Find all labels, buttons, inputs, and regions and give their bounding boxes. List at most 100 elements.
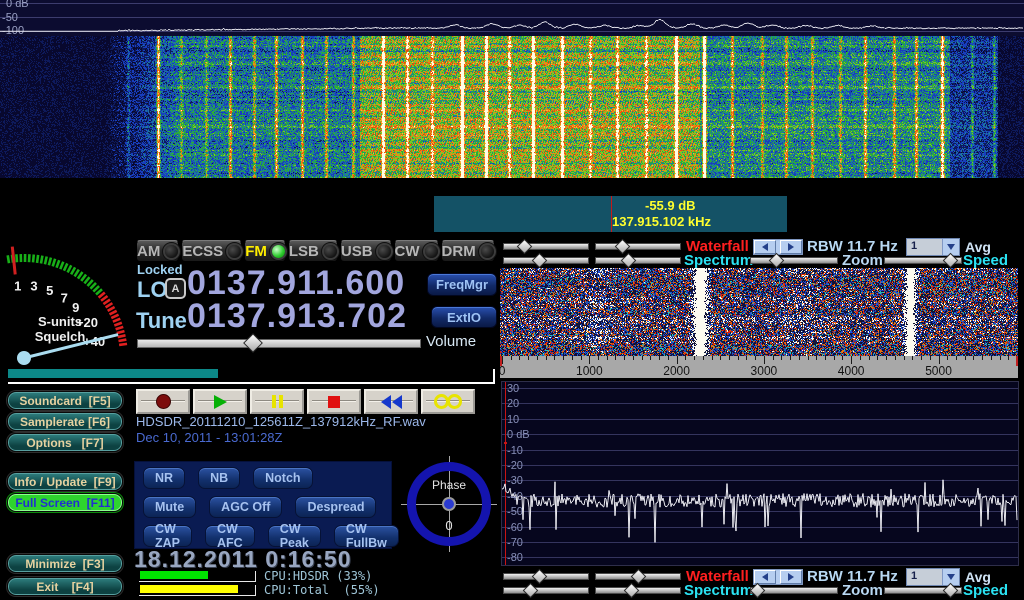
sp-brightness-slider-top-thumb[interactable] [621, 253, 637, 269]
zoom-slider-bottom[interactable] [750, 584, 838, 596]
speed-slider-top[interactable] [884, 254, 962, 266]
left-button-options-f7-[interactable]: Options [F7] [7, 433, 123, 452]
zoom-slider-top-thumb[interactable] [769, 253, 785, 269]
scroll-right-icon[interactable] [780, 240, 802, 254]
s-meter-gauge[interactable]: 13579+20+40S-unitsSquelch [0, 236, 130, 368]
sp-contrast-slider-bottom-thumb[interactable] [523, 583, 539, 599]
loop-button[interactable] [421, 389, 475, 414]
sp-contrast-slider-bottom-track [503, 587, 589, 594]
avg-value-top: 1 [907, 239, 942, 255]
play-button[interactable] [193, 389, 247, 414]
avg-value-bottom: 1 [907, 569, 942, 585]
wf-contrast-slider-top[interactable] [503, 240, 589, 252]
wf-contrast-slider-bottom[interactable] [503, 570, 589, 582]
mode-led-icon [481, 245, 494, 258]
band-scrollbar-bottom[interactable] [753, 569, 803, 585]
left-button-info-update-f9-[interactable]: Info / Update [F9] [7, 472, 123, 491]
dsp-button-nr[interactable]: NR [143, 467, 185, 489]
smeter-scale-label: 5 [46, 283, 53, 298]
locked-label: Locked [137, 262, 183, 277]
zoom-label-top: Zoom [842, 252, 883, 269]
speed-slider-bottom-thumb[interactable] [943, 583, 959, 599]
speed-slider-top-thumb[interactable] [943, 253, 959, 269]
speed-slider-bottom[interactable] [884, 584, 962, 596]
mode-led-icon [378, 245, 391, 258]
dsp-button-mute[interactable]: Mute [143, 496, 196, 518]
left-button-full-screen-f11-[interactable]: Full Screen [F11] [7, 493, 123, 512]
wf-brightness-slider-top[interactable] [595, 240, 681, 252]
volume-slider-thumb[interactable] [243, 333, 263, 353]
record-icon [156, 394, 171, 409]
zoom-slider-bottom-thumb[interactable] [750, 583, 766, 599]
loop-icon [434, 394, 462, 409]
mode-label: CW [395, 243, 420, 260]
wf-contrast-slider-bottom-thumb[interactable] [532, 569, 548, 585]
cpu-total-text: CPU:Total (55%) [264, 583, 380, 597]
sp-contrast-slider-top[interactable] [503, 254, 589, 266]
extio-button[interactable]: ExtIO [431, 306, 497, 328]
sp-brightness-slider-top[interactable] [595, 254, 681, 266]
af-waterfall-display[interactable] [500, 268, 1018, 356]
mode-button-lsb[interactable]: LSB [288, 240, 338, 262]
dsp-button-nb[interactable]: NB [198, 467, 240, 489]
cpu-hdsdr-text: CPU:HDSDR (33%) [264, 569, 372, 583]
pause-button[interactable] [250, 389, 304, 414]
left-button-soundcard-f5-[interactable]: Soundcard [F5] [7, 391, 123, 410]
rewind-button[interactable] [364, 389, 418, 414]
freqmgr-button[interactable]: FreqMgr [427, 273, 497, 296]
record-button[interactable] [136, 389, 190, 414]
af-spectrum-display[interactable] [501, 381, 1019, 566]
sp-brightness-slider-bottom-thumb[interactable] [624, 583, 640, 599]
rf-spectrum-display[interactable] [0, 0, 1024, 36]
mode-button-am[interactable]: AM [136, 240, 179, 262]
wf-brightness-slider-bottom-thumb[interactable] [631, 569, 647, 585]
stop-button[interactable] [307, 389, 361, 414]
speed-label-bottom: Speed [963, 582, 1008, 599]
mode-led-icon [165, 245, 178, 258]
auto-lo-button[interactable]: A [165, 278, 186, 299]
zoom-slider-top[interactable] [750, 254, 838, 266]
left-button-exit-f4-[interactable]: Exit [F4] [7, 577, 123, 596]
phase-value: 0 [445, 518, 452, 533]
mode-led-icon [228, 245, 241, 258]
smeter-scale-label: 1 [14, 278, 21, 293]
playback-controls [136, 389, 475, 414]
mode-led-icon [324, 245, 337, 258]
wf-contrast-slider-top-thumb[interactable] [517, 239, 533, 255]
left-button-samplerate-f6-[interactable]: Samplerate [F6] [7, 412, 123, 431]
squelch-level-fill [8, 369, 218, 378]
sp-contrast-slider-bottom[interactable] [503, 584, 589, 596]
dsp-button-cw-fullbw[interactable]: CW FullBw [334, 525, 399, 547]
volume-slider[interactable] [137, 336, 421, 348]
mode-button-ecss[interactable]: ECSS [181, 240, 242, 262]
af-frequency-axis[interactable] [500, 356, 1018, 378]
smeter-scale-label: 9 [72, 300, 79, 315]
dsp-button-cw-peak[interactable]: CW Peak [268, 525, 321, 547]
phase-indicator[interactable]: Phase 0 [407, 462, 491, 546]
dsp-button-despread[interactable]: Despread [295, 496, 376, 518]
mode-button-cw[interactable]: CW [394, 240, 439, 262]
mode-label: AM [137, 243, 160, 260]
mode-button-usb[interactable]: USB [340, 240, 392, 262]
sp-brightness-slider-bottom[interactable] [595, 584, 681, 596]
mode-button-drm[interactable]: DRM [441, 240, 495, 262]
pause-icon [272, 395, 283, 408]
volume-slider-track [137, 339, 421, 348]
sp-contrast-slider-top-thumb[interactable] [532, 253, 548, 269]
mode-button-fm[interactable]: FM [244, 240, 286, 262]
mode-button-row: AM ECSSFM LSBUSBCW DRM [136, 240, 492, 262]
squelch-needle-pivot[interactable] [17, 351, 31, 365]
left-button-minimize-f3-[interactable]: Minimize [F3] [7, 554, 123, 573]
phase-dot [444, 499, 454, 509]
dsp-button-cw-zap[interactable]: CW ZAP [143, 525, 192, 547]
band-scrollbar-top[interactable] [753, 239, 803, 255]
dsp-button-agc-off[interactable]: AGC Off [209, 496, 282, 518]
wf-brightness-slider-bottom[interactable] [595, 570, 681, 582]
squelch-level-bar[interactable] [8, 369, 495, 384]
dsp-button-cw-afc[interactable]: CW AFC [205, 525, 255, 547]
mode-label: FM [245, 243, 267, 260]
dsp-button-notch[interactable]: Notch [253, 467, 312, 489]
scroll-left-icon[interactable] [754, 240, 776, 254]
scroll-right-icon[interactable] [780, 570, 802, 584]
tune-frequency-digits[interactable]: 0137.913.702 [187, 297, 407, 336]
